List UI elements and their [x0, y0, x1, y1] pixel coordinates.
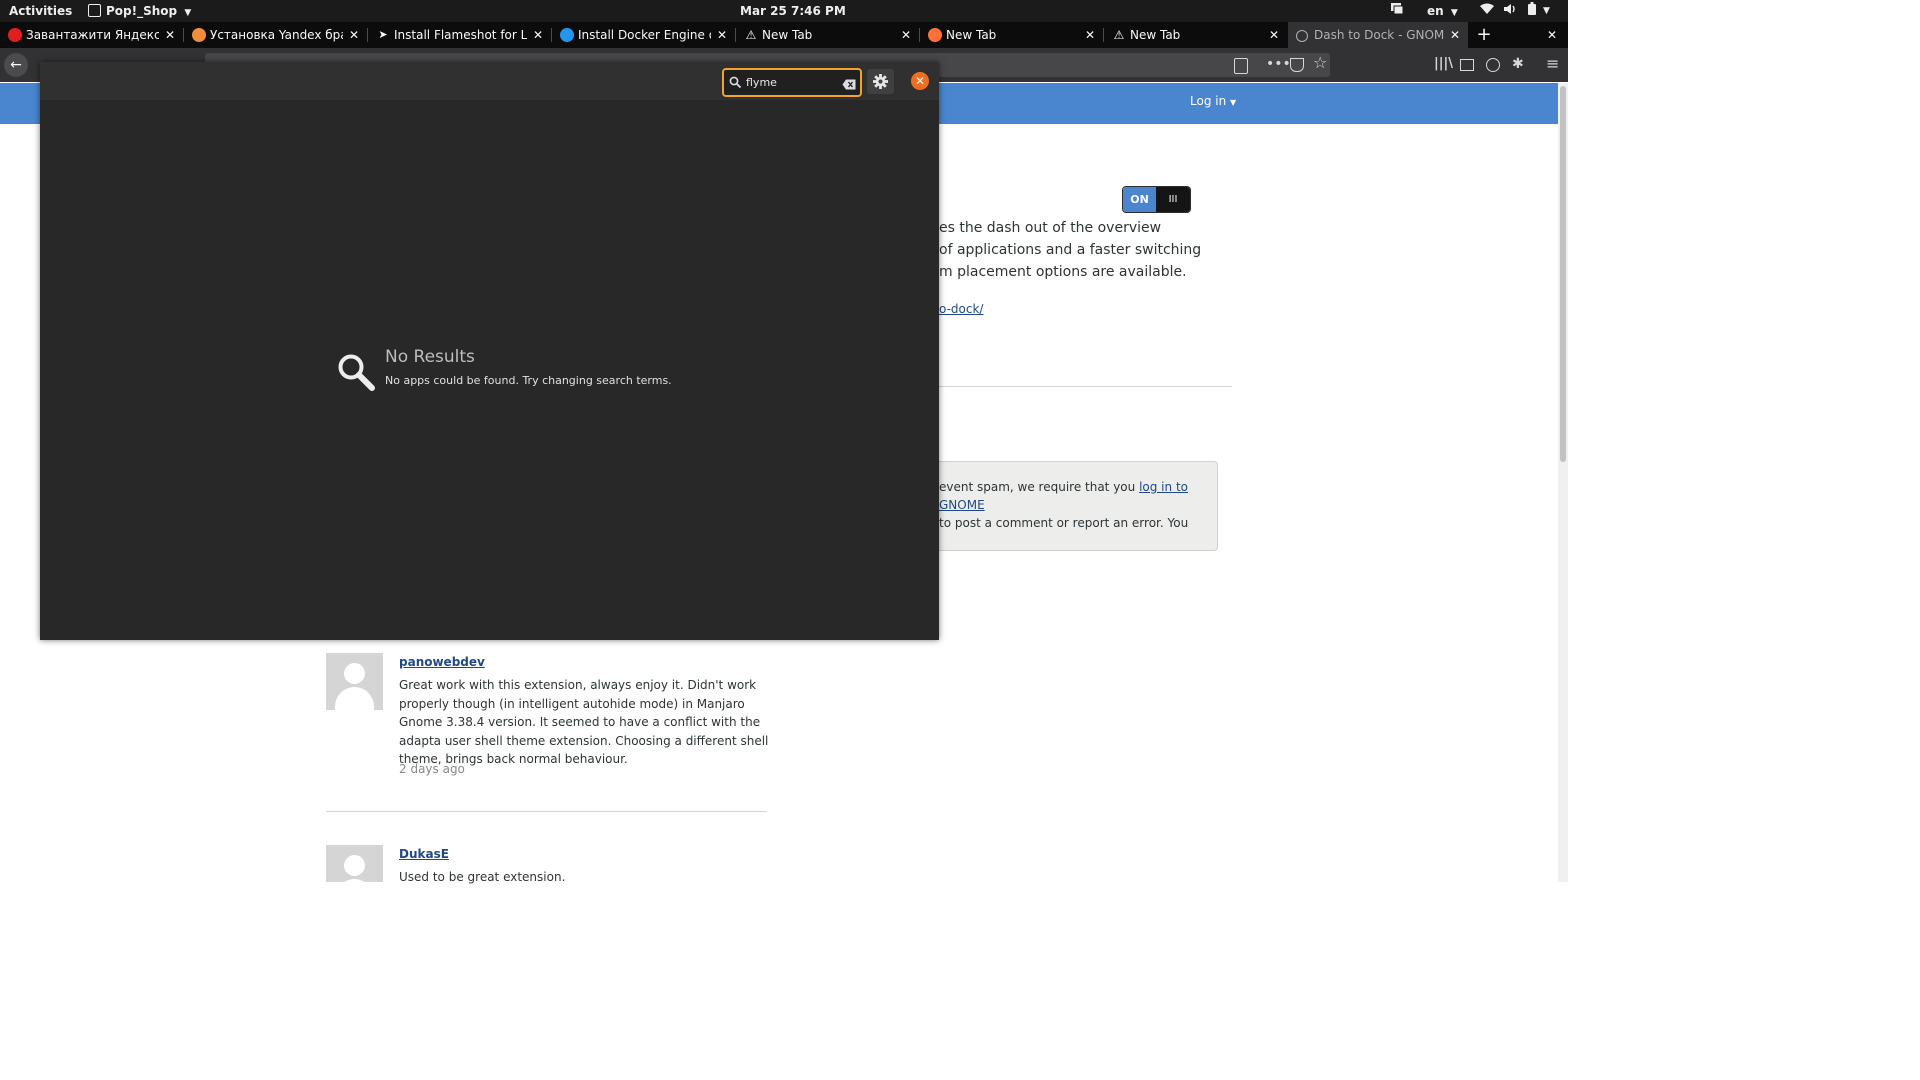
toggle-on-label: ON: [1123, 187, 1156, 212]
library-icon[interactable]: |||\: [1434, 56, 1453, 71]
close-tab-icon[interactable]: ✕: [531, 22, 545, 48]
clock[interactable]: Mar 25 7:46 PM: [740, 0, 846, 22]
gear-icon: [873, 74, 888, 89]
app-menu-label: Pop!_Shop: [106, 4, 178, 18]
comment-author[interactable]: DukasE: [399, 847, 449, 861]
flameshot-favicon-icon: ➤: [378, 28, 388, 41]
login-label: Log in: [1190, 94, 1227, 108]
battery-icon[interactable]: [1528, 0, 1536, 22]
clipboard-indicator-icon[interactable]: [1390, 0, 1404, 22]
tab-title: Install Docker Engine on U: [578, 28, 711, 42]
keyboard-layout-menu[interactable]: en ▼: [1427, 0, 1458, 22]
browser-tab[interactable]: New Tab ✕: [920, 22, 1103, 48]
settings-button[interactable]: [867, 69, 894, 94]
browser-tab[interactable]: ⚠ New Tab ✕: [1104, 22, 1287, 48]
browser-tab[interactable]: Завантажити Яндекс.Брау ✕: [0, 22, 183, 48]
browser-tab-active[interactable]: Dash to Dock - GNOME She ✕: [1288, 22, 1468, 48]
divider: [939, 386, 1232, 387]
pop-shop-window: ✕ No Results No apps could be found. Try…: [40, 62, 939, 640]
warning-icon: ⚠: [745, 28, 757, 42]
wifi-icon[interactable]: [1480, 0, 1494, 22]
gnome-top-bar: Activities Pop!_Shop ▼ Mar 25 7:46 PM en…: [0, 0, 1568, 22]
close-tab-icon[interactable]: ✕: [347, 22, 361, 48]
app-menu[interactable]: Pop!_Shop ▼: [88, 0, 191, 22]
chevron-down-icon: ▼: [1450, 8, 1458, 18]
new-tab-button[interactable]: +: [1472, 22, 1496, 48]
close-tab-icon[interactable]: ✕: [715, 22, 729, 48]
close-icon: ✕: [914, 74, 926, 88]
login-menu[interactable]: Log in ▼: [1190, 94, 1236, 108]
scrollbar-thumb[interactable]: [1560, 86, 1566, 462]
comment-author[interactable]: panowebdev: [399, 655, 485, 669]
comment-text: Great work with this extension, always e…: [399, 678, 769, 766]
description-line: of applications and a faster switching: [939, 242, 1202, 258]
search-icon: [336, 352, 376, 396]
system-menu-chevron-down-icon[interactable]: ▼: [1543, 0, 1550, 22]
browser-tab-strip: Завантажити Яндекс.Брау ✕ Установка Yand…: [0, 22, 1568, 48]
close-tab-icon[interactable]: ✕: [899, 22, 913, 48]
search-field[interactable]: [722, 68, 862, 97]
tab-title: Установка Yandex браузер: [210, 28, 343, 42]
avatar: [326, 845, 383, 882]
close-tab-icon[interactable]: ✕: [1083, 22, 1097, 48]
search-input[interactable]: [746, 73, 838, 91]
tab-title: Dash to Dock - GNOME She: [1314, 28, 1444, 42]
notice-text: to post a comment or report an error. Yo…: [939, 516, 1189, 530]
close-tab-icon[interactable]: ✕: [163, 22, 177, 48]
extension-toggle-switch[interactable]: ON III: [1122, 186, 1191, 213]
yandex-favicon-icon: [8, 28, 22, 42]
close-button[interactable]: ✕: [911, 72, 929, 90]
tab-title: Завантажити Яндекс.Брау: [26, 28, 159, 42]
shop-app-icon: [88, 4, 101, 17]
chevron-down-icon: ▼: [1230, 98, 1237, 107]
sidebar-icon[interactable]: [1460, 59, 1474, 71]
reader-view-icon[interactable]: [1234, 58, 1248, 74]
firefox-favicon-icon: [928, 28, 942, 42]
no-results-description: No apps could be found. Try changing sea…: [385, 374, 672, 387]
tab-title: New Tab: [1130, 28, 1181, 42]
browser-tab[interactable]: ⚠ New Tab ✕: [736, 22, 919, 48]
back-button[interactable]: ←: [4, 53, 28, 77]
homepage-link[interactable]: o-dock/: [939, 302, 983, 316]
notice-text: event spam, we require that you: [939, 480, 1140, 494]
browser-tab[interactable]: ➤ Install Flameshot for Linux ✕: [368, 22, 551, 48]
login-notice: event spam, we require that you log in t…: [920, 461, 1218, 551]
site-favicon-icon: [192, 28, 206, 42]
tab-title: Install Flameshot for Linux: [394, 28, 527, 42]
gnome-extensions-favicon-icon: [1296, 30, 1308, 42]
tab-title: New Tab: [762, 28, 813, 42]
volume-icon[interactable]: [1503, 0, 1517, 22]
search-icon: [729, 74, 742, 93]
browser-tab[interactable]: Установка Yandex браузер ✕: [184, 22, 367, 48]
tab-title: New Tab: [946, 28, 997, 42]
docker-favicon-icon: [560, 28, 574, 42]
no-results-title: No Results: [385, 347, 475, 367]
activities-button[interactable]: Activities: [9, 0, 72, 22]
comment-date: 2 days ago: [399, 762, 465, 776]
description-line: m placement options are available.: [939, 264, 1187, 280]
divider: [326, 811, 767, 812]
bookmark-star-icon[interactable]: ☆: [1313, 53, 1327, 72]
extension-icon[interactable]: ✱: [1512, 56, 1524, 72]
account-icon[interactable]: [1486, 58, 1500, 72]
page-actions-icon[interactable]: •••: [1266, 56, 1291, 72]
avatar: [326, 653, 383, 710]
keyboard-layout-label: en: [1427, 4, 1444, 18]
clear-search-icon[interactable]: [842, 75, 856, 94]
chevron-down-icon: ▼: [184, 8, 192, 18]
close-window-icon[interactable]: ✕: [1540, 22, 1564, 48]
close-tab-icon[interactable]: ✕: [1448, 22, 1462, 48]
browser-tab[interactable]: Install Docker Engine on U ✕: [552, 22, 735, 48]
hamburger-menu-icon[interactable]: ≡: [1546, 54, 1559, 73]
comment-text: Used to be great extension.: [399, 870, 566, 884]
toggle-off-label: III: [1156, 187, 1190, 212]
description-line: es the dash out of the overview: [939, 220, 1162, 236]
pocket-icon[interactable]: [1290, 58, 1304, 72]
warning-icon: ⚠: [1113, 28, 1125, 42]
close-tab-icon[interactable]: ✕: [1267, 22, 1281, 48]
